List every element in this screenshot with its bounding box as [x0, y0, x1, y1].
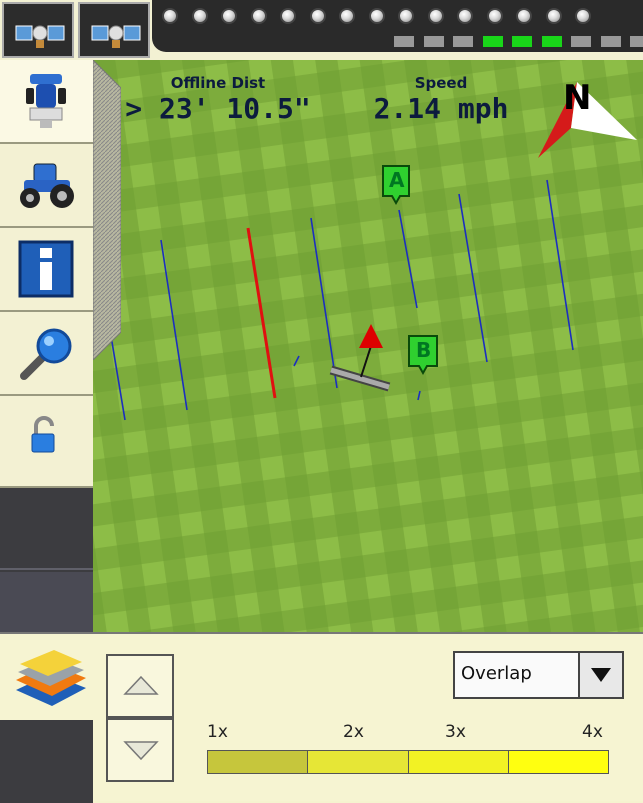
- top-status-bar: [0, 0, 643, 60]
- dropdown-toggle-button[interactable]: [578, 653, 622, 697]
- up-arrow-icon: [123, 675, 159, 695]
- implement-view-button[interactable]: [0, 60, 93, 144]
- info-button[interactable]: [0, 228, 93, 312]
- bottom-empty-slot: [0, 720, 93, 803]
- status-led: [368, 8, 385, 24]
- status-led: [457, 8, 473, 24]
- section-indicator: [600, 36, 621, 47]
- legend-tick-3x: 3x: [445, 722, 466, 742]
- gps-status-button-1[interactable]: [2, 2, 74, 58]
- field-map[interactable]: Offline Dist > 23' 10.5" Speed 2.14 mph …: [93, 60, 643, 632]
- sidebar-empty-slot: [0, 572, 93, 632]
- status-led: [427, 8, 444, 24]
- status-led: [191, 8, 208, 24]
- status-led: [516, 8, 532, 24]
- status-led: [545, 8, 562, 24]
- speed-label: Speed: [414, 74, 468, 92]
- marker-b-label: B: [416, 338, 432, 362]
- tractor-icon: [20, 163, 74, 208]
- section-indicator: [453, 36, 473, 47]
- status-led: [575, 8, 591, 24]
- gps-status-button-2[interactable]: [78, 2, 150, 58]
- scroll-down-button[interactable]: [106, 718, 174, 782]
- section-indicator: [423, 36, 444, 47]
- legend-swatch-2: [308, 751, 409, 773]
- legend-tick-2x: 2x: [343, 722, 364, 742]
- offline-dist-value: > 23' 10.5": [125, 92, 311, 125]
- zoom-button[interactable]: [0, 312, 93, 396]
- status-led: [250, 8, 267, 24]
- legend-swatch-4: [508, 751, 608, 773]
- scroll-up-button[interactable]: [106, 654, 174, 718]
- info-icon: [18, 240, 74, 298]
- legend-swatch-3: [408, 751, 509, 773]
- sidebar-empty-slot: [0, 488, 93, 570]
- map-layers-button[interactable]: [0, 634, 93, 720]
- side-panel-drawer-handle[interactable]: [93, 60, 121, 360]
- field-canvas: [93, 60, 643, 632]
- satellite-icon: [15, 25, 65, 48]
- left-sidebar: [0, 60, 93, 632]
- section-indicator: [394, 36, 414, 47]
- magnifier-icon: [20, 328, 72, 380]
- status-led: [486, 8, 503, 24]
- status-led: [221, 8, 237, 24]
- status-led: [309, 8, 326, 24]
- lock-button[interactable]: [0, 396, 93, 488]
- section-indicator: [512, 36, 532, 47]
- overlap-color-legend: [207, 750, 609, 774]
- chevron-down-icon: [591, 668, 611, 682]
- status-led: [162, 8, 178, 24]
- speed-value: 2.14 mph: [373, 92, 509, 125]
- layers-icon: [16, 650, 86, 706]
- marker-a-label: A: [389, 168, 405, 192]
- legend-tick-1x: 1x: [207, 722, 228, 742]
- section-indicator: [571, 36, 591, 47]
- legend-swatch-1: [208, 751, 309, 773]
- unlock-icon: [31, 416, 55, 453]
- offline-distance-readout: Offline Dist > 23' 10.5": [113, 74, 323, 125]
- section-indicator: [541, 36, 562, 47]
- bottom-panel: Overlap 1x 2x 3x 4x: [0, 632, 643, 803]
- implement-icon: [26, 74, 66, 128]
- map-layer-select-value: Overlap: [461, 663, 532, 684]
- satellite-icon: [91, 25, 141, 48]
- north-label: N: [563, 78, 592, 118]
- status-led: [398, 8, 414, 24]
- boom-section-status-strip: [152, 0, 643, 52]
- section-indicator: [482, 36, 503, 47]
- vehicle-button[interactable]: [0, 144, 93, 228]
- map-layer-select[interactable]: Overlap: [453, 651, 624, 699]
- speed-readout: Speed 2.14 mph: [351, 74, 531, 125]
- status-led: [280, 8, 296, 24]
- offline-dist-label: Offline Dist: [170, 74, 266, 92]
- status-led: [339, 8, 355, 24]
- down-arrow-icon: [123, 741, 159, 761]
- legend-tick-4x: 4x: [582, 722, 603, 742]
- section-indicator: [630, 36, 643, 47]
